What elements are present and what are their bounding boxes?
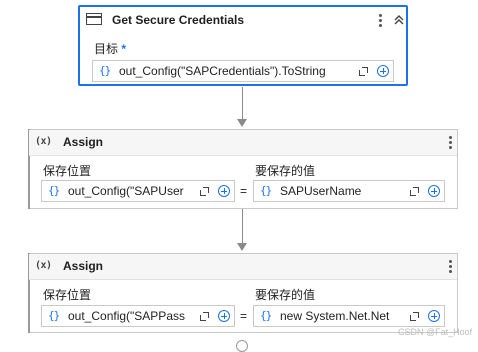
save-location-value: out_Config("SAPUser [68, 184, 184, 198]
activity-header: Get Secure Credentials [80, 7, 406, 33]
activity-title: Assign [63, 259, 104, 273]
assign-activity-1[interactable]: (x) Assign 保存位置 要保存的值 {} out_Config("SAP… [28, 129, 458, 209]
expression-icon: {} [48, 309, 60, 322]
expand-editor-icon[interactable] [200, 312, 209, 321]
connector-arrow [237, 243, 247, 251]
connector-arrow [237, 119, 247, 127]
target-value: out_Config("SAPCredentials").ToString [119, 64, 326, 78]
variable-icon: (x) [35, 260, 52, 271]
save-location-value: out_Config("SAPPass [68, 309, 185, 323]
expand-editor-icon[interactable] [410, 312, 419, 321]
more-options-icon[interactable] [449, 260, 452, 275]
value-field[interactable]: {} SAPUserName [253, 180, 445, 202]
add-plus-icon[interactable] [377, 65, 389, 77]
add-plus-icon[interactable] [428, 310, 440, 322]
more-options-icon[interactable] [449, 136, 452, 151]
value-text: SAPUserName [280, 184, 362, 198]
target-field[interactable]: {} out_Config("SAPCredentials").ToString [92, 60, 394, 82]
collapse-icon[interactable] [393, 14, 405, 26]
connector-line [242, 209, 243, 244]
expression-icon: {} [99, 64, 111, 77]
save-location-label: 保存位置 [43, 288, 92, 302]
add-plus-icon[interactable] [428, 185, 440, 197]
expression-icon: {} [48, 184, 60, 197]
add-activity-icon[interactable] [236, 340, 248, 352]
expression-icon: {} [260, 184, 272, 197]
equals-sign: = [240, 184, 248, 198]
add-plus-icon[interactable] [218, 310, 230, 322]
window-icon [86, 13, 102, 25]
expand-editor-icon[interactable] [359, 67, 368, 76]
more-options-icon[interactable] [379, 14, 382, 29]
save-location-field[interactable]: {} out_Config("SAPPass [41, 305, 235, 327]
value-to-save-label: 要保存的值 [255, 288, 316, 302]
assign-activity-2[interactable]: (x) Assign 保存位置 要保存的值 {} out_Config("SAP… [28, 253, 458, 333]
save-location-label: 保存位置 [43, 164, 92, 178]
value-text: new System.Net.Net [280, 309, 390, 323]
get-secure-credentials-activity[interactable]: Get Secure Credentials 目标 * {} out_Confi… [78, 5, 408, 86]
value-to-save-label: 要保存的值 [255, 164, 316, 178]
activity-header: (x) Assign [29, 130, 457, 156]
activity-header: (x) Assign [29, 254, 457, 280]
target-label: 目标 * [94, 42, 127, 56]
connector-line [242, 87, 243, 120]
value-field[interactable]: {} new System.Net.Net [253, 305, 445, 327]
add-plus-icon[interactable] [218, 185, 230, 197]
activity-title: Assign [63, 135, 104, 149]
watermark: CSDN @Fat_Hoof [398, 327, 473, 337]
required-mark: * [121, 42, 127, 56]
expand-editor-icon[interactable] [410, 187, 419, 196]
expand-editor-icon[interactable] [200, 187, 209, 196]
expression-icon: {} [260, 309, 272, 322]
equals-sign: = [240, 309, 248, 323]
activity-title: Get Secure Credentials [112, 13, 245, 27]
save-location-field[interactable]: {} out_Config("SAPUser [41, 180, 235, 202]
variable-icon: (x) [35, 136, 52, 147]
